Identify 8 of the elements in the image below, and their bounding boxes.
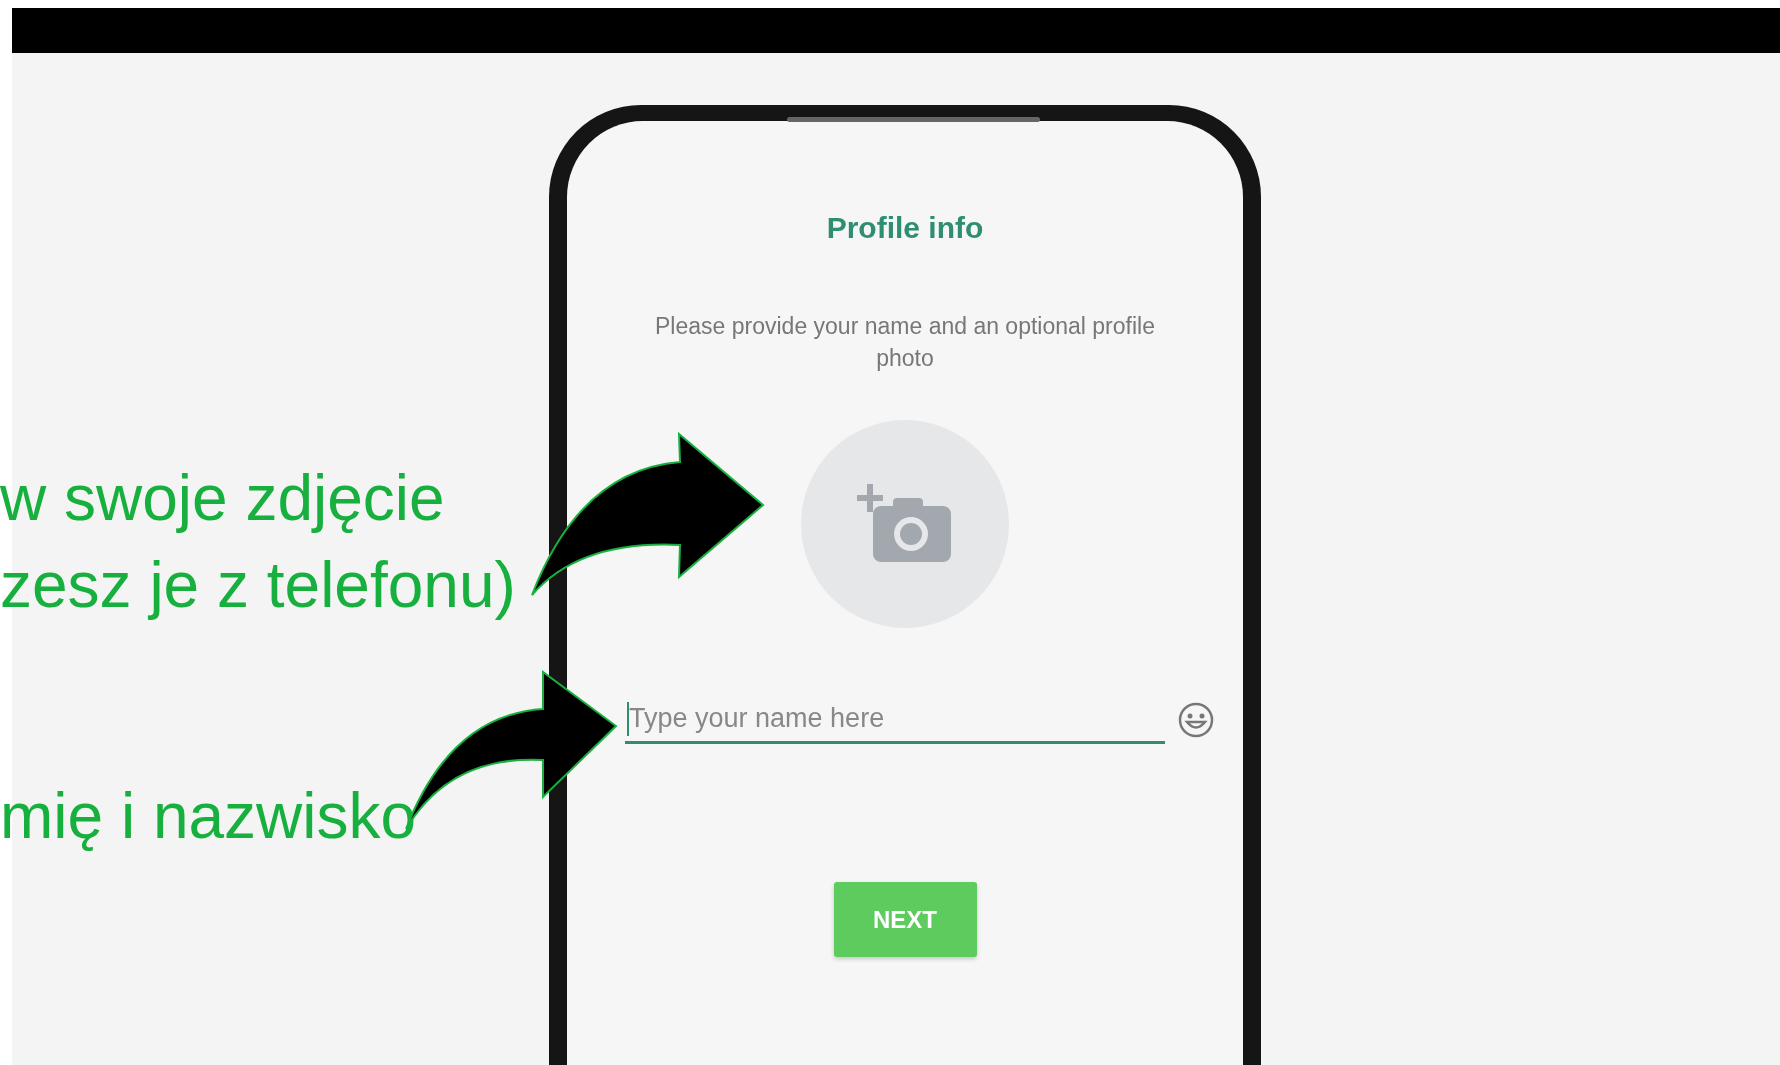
description-text: Please provide your name and an optional profile photo (654, 312, 1156, 373)
add-camera-icon (857, 484, 953, 564)
emoji-icon[interactable] (1177, 701, 1215, 739)
next-button[interactable]: NEXT (833, 882, 977, 957)
annotation-text: zesz je z telefonu) (0, 548, 516, 623)
screen-title: Profile info (826, 211, 984, 245)
name-input-field[interactable]: Type your name here (625, 696, 1165, 744)
annotation-text: mię i nazwisko (0, 779, 417, 854)
